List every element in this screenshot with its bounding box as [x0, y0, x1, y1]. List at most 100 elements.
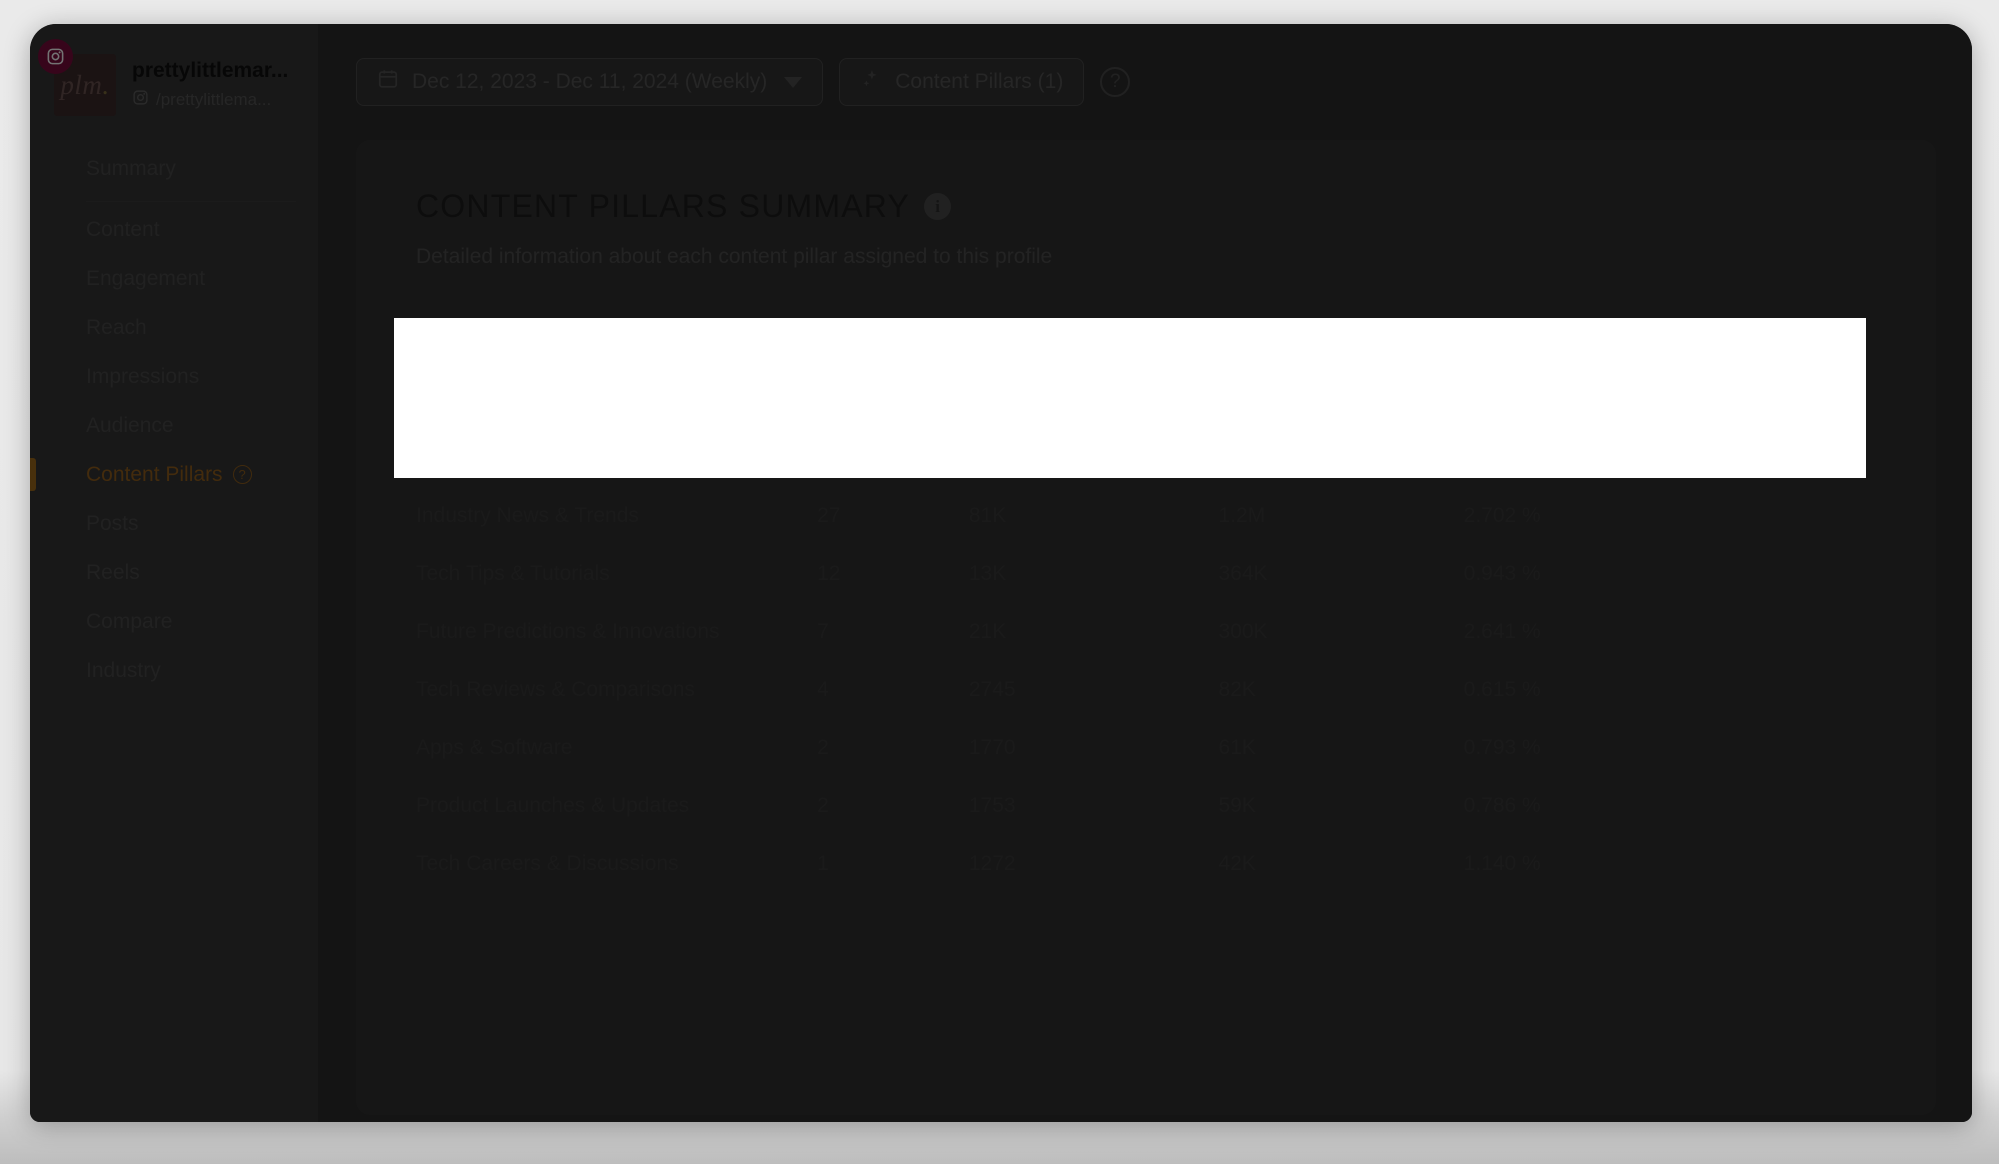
cell-impressions: 364K — [1218, 562, 1268, 585]
table-row[interactable]: Apps & Software 2 1770 61K 0.793 % — [356, 719, 1936, 777]
cell-rate: 1.140 % — [1463, 852, 1541, 875]
sidebar-item-compare[interactable]: Compare — [30, 597, 318, 646]
cell-posts: 2 — [817, 736, 829, 759]
sidebar-item-label: Engagement — [86, 266, 206, 290]
date-range-picker[interactable]: Dec 12, 2023 - Dec 11, 2024 (Weekly) — [356, 58, 824, 106]
cell-posts: 7 — [817, 620, 829, 643]
cell-engagement: 2745 — [968, 678, 1016, 701]
cell-pillar: Industry News & Trends — [416, 504, 639, 527]
main-panel: Dec 12, 2023 - Dec 11, 2024 (Weekly) Con… — [318, 24, 1972, 1122]
table-row[interactable]: Tech Tips & Tutorials 12 13K 364K 0.943 % — [356, 545, 1936, 603]
active-indicator — [30, 458, 36, 491]
cell-engagement: 1753 — [968, 794, 1016, 817]
content-pillars-card: CONTENT PILLARS SUMMARY i Detailed infor… — [356, 140, 1936, 1115]
sidebar-item-label: Audience — [86, 413, 174, 437]
cell-posts: 1 — [817, 852, 829, 875]
table-header-row: CONTENT PILLAR POSTS ENGAGEMENT IMPRESSIONS… — [356, 309, 1936, 371]
content-pillars-table: CONTENT PILLAR POSTS ENGAGEMENT IMPRESSIONS… — [356, 309, 1936, 893]
column-header[interactable]: POSTS — [817, 309, 969, 371]
cell-posts: 4 — [817, 678, 829, 701]
sidebar-item-summary[interactable]: Summary — [30, 144, 318, 202]
cell-pillar: Tech Tips & Tutorials — [416, 562, 610, 585]
sidebar-item-label: Compare — [86, 609, 173, 633]
table-row[interactable]: Tech Careers & Discussions 1 1272 42K 1.140 … — [356, 835, 1936, 893]
cell-engagement: 1770 — [968, 736, 1016, 759]
table-row[interactable]: Thought Leadership & Insights 51 63K 1.6M 1.… — [356, 429, 1936, 487]
sidebar-item-label: Content — [86, 217, 160, 241]
page-root: plm. prettylittlemar... /prettylittlema.… — [0, 0, 1999, 1164]
cell-pillar: Future Predictions & Innovations — [416, 620, 720, 643]
sidebar-item-label: Impressions — [86, 364, 200, 388]
sidebar-nav: Summary Content Engagement Reach Impressions… — [30, 144, 318, 695]
cell-impressions: 59K — [1218, 388, 1256, 411]
cell-rate: 2.702 % — [1463, 504, 1541, 527]
table-row[interactable]: Product Launches & Updates 2 1753 59K 0.786 … — [356, 777, 1936, 835]
cell-rate: 0.615 % — [1463, 678, 1541, 701]
content-pillars-filter[interactable]: Content Pillars (1) — [839, 58, 1085, 106]
card-subtitle: Detailed information about each content … — [416, 245, 1053, 268]
sidebar-item-label: Industry — [86, 658, 161, 682]
cell-engagement: 63K — [968, 446, 1007, 469]
cell-engagement: 81K — [968, 504, 1007, 527]
instagram-small-icon — [132, 89, 149, 111]
cell-engagement: 21K — [968, 620, 1007, 643]
sidebar-item-reach[interactable]: Reach — [30, 303, 318, 352]
info-icon[interactable]: i — [924, 193, 952, 220]
column-header[interactable]: IMPRESSIONS — [1219, 309, 1464, 371]
table-row[interactable]: Future Predictions & Innovations 7 21K 300K… — [356, 603, 1936, 661]
cell-impressions: 82K — [1218, 678, 1256, 701]
cell-impressions: 1.6M — [1218, 446, 1266, 469]
content-pillars-filter-label: Content Pillars (1) — [895, 70, 1064, 93]
cell-impressions: 1.2M — [1218, 504, 1266, 527]
avatar: plm. — [38, 39, 116, 116]
calendar-icon — [377, 68, 399, 96]
cell-posts: 2 — [817, 794, 829, 817]
profile-handle-text: /prettylittlema... — [156, 89, 272, 109]
chevron-down-icon — [784, 76, 803, 88]
cell-rate: 1.108 % — [1463, 446, 1541, 469]
sparkle-icon — [860, 68, 882, 96]
sidebar-item-label: Content Pillars — [86, 462, 223, 486]
sidebar-item-audience[interactable]: Audience — [30, 401, 318, 450]
cell-posts: 12 — [817, 562, 841, 585]
sidebar-item-label: Summary — [86, 156, 176, 180]
table-row[interactable]: Semrush 4 1307 59K 0.293 % — [356, 371, 1936, 429]
sidebar-item-label: Posts — [86, 511, 139, 535]
help-icon[interactable]: ? — [1100, 67, 1131, 97]
sidebar-item-engagement[interactable]: Engagement — [30, 254, 318, 303]
cell-engagement: 1307 — [968, 388, 1016, 411]
cell-rate: 0.943 % — [1463, 562, 1541, 585]
cell-pillar: Thought Leadership & Insights — [416, 446, 701, 469]
sidebar-item-reels[interactable]: Reels — [30, 548, 318, 597]
help-icon[interactable]: ? — [232, 465, 252, 484]
cell-pillar: Apps & Software — [416, 736, 573, 759]
page-title: CONTENT PILLARS SUMMARY — [416, 188, 911, 224]
profile-name: prettylittlemar... — [132, 59, 289, 83]
app-window: plm. prettylittlemar... /prettylittlema.… — [30, 24, 1972, 1122]
sidebar-item-content[interactable]: Content — [30, 205, 318, 254]
sidebar-item-industry[interactable]: Industry — [30, 646, 318, 695]
sidebar: plm. prettylittlemar... /prettylittlema.… — [30, 24, 318, 1122]
cell-impressions: 300K — [1218, 620, 1268, 643]
cell-rate: 2.641 % — [1463, 620, 1541, 643]
table-row[interactable]: Tech Reviews & Comparisons 4 2745 82K 0.615 … — [356, 661, 1936, 719]
table-row[interactable]: Industry News & Trends 27 81K 1.2M 2.702 % — [356, 487, 1936, 545]
card-header: CONTENT PILLARS SUMMARY i — [356, 140, 1936, 225]
cell-rate: 0.793 % — [1463, 736, 1541, 759]
instagram-icon — [38, 39, 73, 74]
column-header[interactable]: CONTENT PILLAR — [356, 309, 817, 371]
column-header[interactable]: ENGAGEMENT — [969, 309, 1219, 371]
cell-rate: 0.786 % — [1463, 794, 1541, 817]
nav-divider — [30, 193, 318, 205]
column-header[interactable]: AVG. ENG. RATE BY FOLLOWERS — [1464, 309, 1936, 371]
cell-posts: 51 — [817, 446, 841, 469]
toolbar: Dec 12, 2023 - Dec 11, 2024 (Weekly) Con… — [318, 24, 1972, 106]
profile-header[interactable]: plm. prettylittlemar... /prettylittlema.… — [30, 24, 318, 120]
sidebar-item-posts[interactable]: Posts — [30, 499, 318, 548]
avatar-monogram: plm. — [60, 69, 110, 100]
sidebar-item-impressions[interactable]: Impressions — [30, 352, 318, 401]
date-range-label: Dec 12, 2023 - Dec 11, 2024 (Weekly) — [412, 70, 768, 93]
cell-pillar: Tech Reviews & Comparisons — [416, 678, 695, 701]
cell-pillar: Tech Careers & Discussions — [416, 852, 679, 875]
sidebar-item-content-pillars[interactable]: Content Pillars? — [30, 450, 318, 499]
